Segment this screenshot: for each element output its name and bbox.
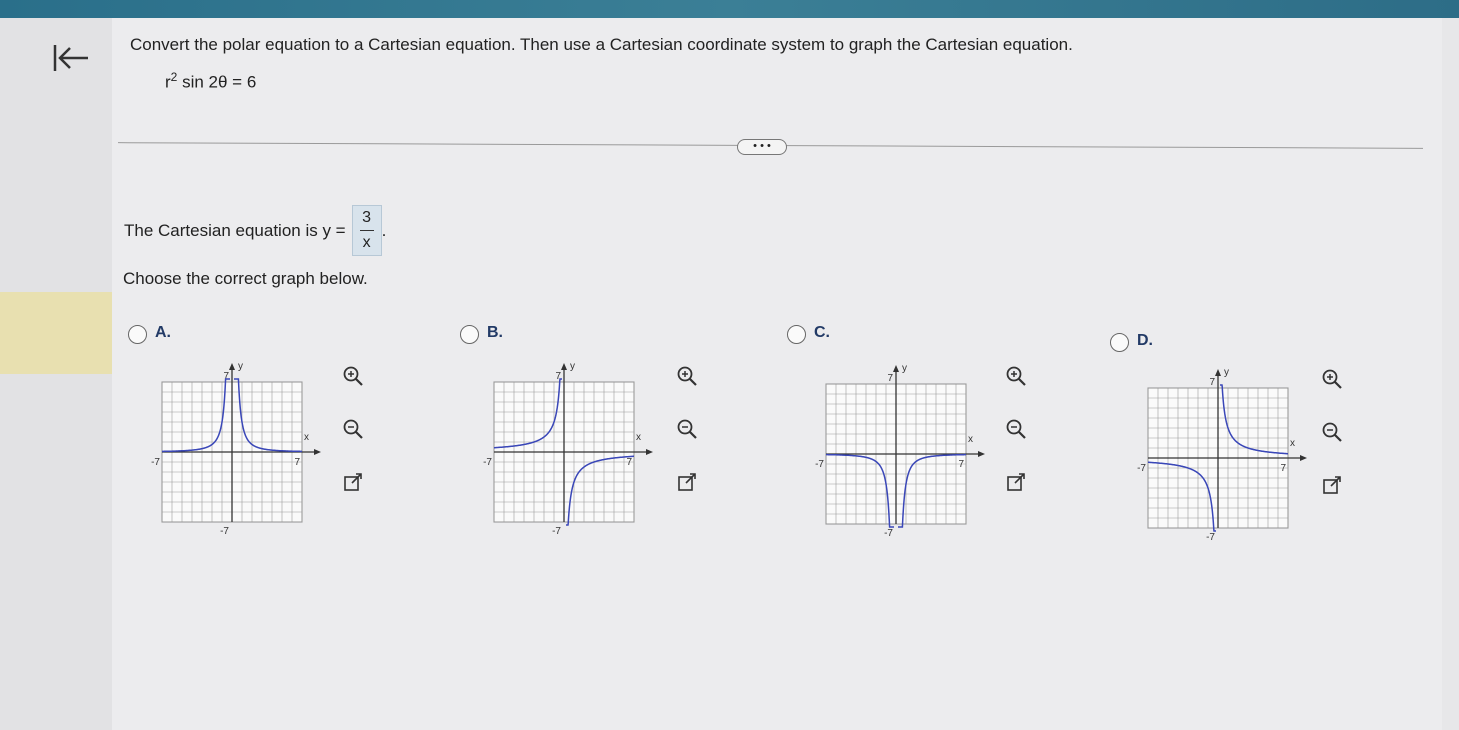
question-text: Convert the polar equation to a Cartesia…: [130, 35, 1073, 54]
y-min-tick-label: -7: [1206, 532, 1215, 543]
top-bar: [0, 0, 1459, 18]
option-d-label: D.: [1137, 332, 1153, 349]
y-axis-arrow: [561, 363, 567, 370]
zoom-out-icon[interactable]: [1321, 421, 1343, 443]
y-axis-arrow: [1215, 369, 1221, 376]
x-min-tick-label: -7: [483, 457, 492, 468]
y-min-tick-label: -7: [552, 526, 561, 537]
x-max-tick-label: 7: [626, 457, 632, 468]
answer-fraction[interactable]: 3 x: [351, 205, 382, 256]
graph-c: y x 7 -7 -7 7: [815, 363, 985, 539]
left-panel: [0, 18, 112, 730]
equation-rest: sin 2θ = 6: [177, 72, 257, 92]
more-button[interactable]: • • •: [737, 139, 787, 155]
x-axis-label: x: [1290, 438, 1295, 449]
zoom-out-icon[interactable]: [342, 418, 364, 440]
answer-suffix: .: [381, 220, 387, 240]
answer-line: The Cartesian equation is y = 3 x .: [124, 205, 386, 256]
fraction-bar: [359, 230, 374, 231]
option-b-label: B.: [487, 324, 503, 341]
x-min-tick-label: -7: [151, 457, 160, 468]
option-c-radio[interactable]: [787, 325, 806, 344]
answer-prefix: The Cartesian equation is y =: [124, 220, 346, 240]
x-max-tick-label: 7: [1280, 463, 1286, 474]
y-axis-label: y: [1224, 367, 1229, 378]
fraction-denominator: x: [362, 234, 371, 251]
zoom-out-icon[interactable]: [676, 418, 698, 440]
prompt-text: Choose the correct graph below.: [123, 269, 368, 288]
y-axis-label: y: [238, 361, 243, 372]
open-external-icon[interactable]: [342, 471, 364, 493]
x-axis-arrow: [646, 449, 653, 455]
y-max-tick-label: 7: [887, 373, 893, 384]
zoom-in-icon[interactable]: [342, 365, 364, 387]
option-a-radio[interactable]: [128, 325, 147, 344]
zoom-out-icon[interactable]: [1005, 418, 1027, 440]
x-axis-arrow: [978, 451, 985, 457]
y-min-tick-label: -7: [220, 526, 229, 537]
y-max-tick-label: 7: [223, 371, 229, 382]
zoom-in-icon[interactable]: [676, 365, 698, 387]
zoom-in-icon[interactable]: [1321, 368, 1343, 390]
graph-b: yx7-7-7 7: [483, 361, 653, 537]
x-max-tick-label: 7: [294, 457, 300, 468]
option-a-label: A.: [155, 324, 171, 341]
x-axis-arrow: [314, 449, 321, 455]
option-b-radio[interactable]: [460, 325, 479, 344]
open-external-icon[interactable]: [1005, 471, 1027, 493]
fraction-numerator: 3: [362, 209, 372, 226]
x-axis-arrow: [1300, 455, 1307, 461]
y-max-tick-label: 7: [1209, 377, 1215, 388]
left-panel-highlight: [0, 292, 112, 374]
back-arrow-icon[interactable]: [52, 42, 92, 82]
zoom-in-icon[interactable]: [1005, 365, 1027, 387]
x-axis-label: x: [304, 432, 309, 443]
option-c-label: C.: [814, 324, 830, 341]
open-external-icon[interactable]: [1321, 474, 1343, 496]
graph-d: y x 7 -7 -7 7: [1137, 367, 1307, 543]
x-min-tick-label: -7: [815, 459, 824, 470]
x-axis-label: x: [636, 432, 641, 443]
y-axis-label: y: [570, 361, 575, 372]
x-min-tick-label: -7: [1137, 463, 1146, 474]
open-external-icon[interactable]: [676, 471, 698, 493]
graph-a: y x 7 -7 -7 7: [151, 361, 321, 537]
x-max-tick-label: 7: [958, 459, 964, 470]
polar-equation: r2 sin 2θ = 6: [165, 70, 256, 93]
y-axis-arrow: [229, 363, 235, 370]
y-axis-arrow: [893, 365, 899, 372]
y-axis-label: y: [902, 363, 907, 374]
x-axis-label: x: [968, 434, 973, 445]
option-d-radio[interactable]: [1110, 333, 1129, 352]
y-min-tick-label: -7: [884, 528, 893, 539]
